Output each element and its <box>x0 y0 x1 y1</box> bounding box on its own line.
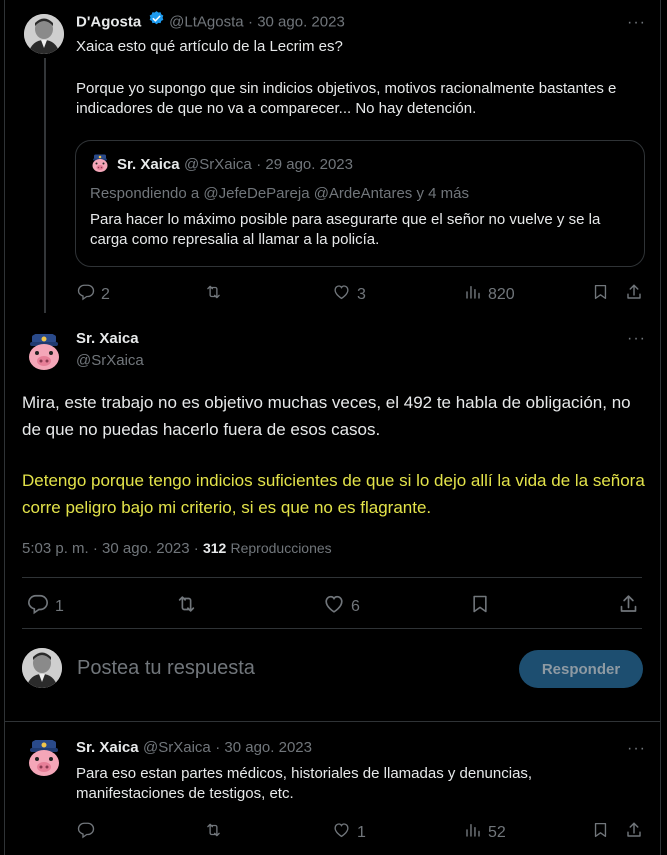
tweet1-author-handle[interactable]: @LtAgosta <box>169 14 243 31</box>
quote-replying-to: Respondiendo a @JefeDePareja @ArdeAntare… <box>90 185 469 202</box>
tweet1-view-count: 820 <box>488 285 515 303</box>
tweet1-retweet-button[interactable] <box>204 283 223 306</box>
tweet1-views-button[interactable]: 820 <box>464 283 515 306</box>
reply-icon <box>77 283 95 306</box>
avatar-dagosta[interactable] <box>24 14 64 54</box>
tweet1-bookmark-button[interactable] <box>592 283 609 306</box>
main-author-name[interactable]: Sr. Xaica <box>76 330 139 347</box>
tweet3-retweet-button[interactable] <box>204 821 223 844</box>
divider <box>22 577 642 578</box>
views-chart-icon <box>464 821 482 844</box>
tweet3-view-count: 52 <box>488 823 506 841</box>
tweet1-text-line1: Xaica esto qué artículo de la Lecrim es? <box>76 38 343 55</box>
main-retweet-button[interactable] <box>175 593 198 620</box>
main-tweet-text-white: Mira, este trabajo no es objetivo muchas… <box>22 393 631 439</box>
divider <box>22 628 642 629</box>
tweet3-text: Para eso estan partes médicos, historial… <box>76 765 533 802</box>
quote-date: · 29 ago. 2023 <box>256 156 353 173</box>
tweet3-header: Sr. Xaica @SrXaica · 30 ago. 2023 <box>76 739 312 757</box>
share-icon <box>625 821 643 844</box>
tweet1-reply-count: 2 <box>101 285 110 303</box>
tweet3-views-button[interactable]: 52 <box>464 821 506 844</box>
bookmark-icon <box>470 593 490 620</box>
tweet3-like-button[interactable]: 1 <box>332 821 366 844</box>
main-tweet-text-yellow: Detengo porque tengo indicios suficiente… <box>22 471 645 517</box>
share-icon <box>625 283 643 306</box>
tweet1-more-icon[interactable]: ··· <box>627 15 646 31</box>
quote-avatar <box>90 153 110 173</box>
avatar-srxaica-reply[interactable] <box>24 738 64 778</box>
tweet3-more-icon[interactable]: ··· <box>627 741 646 757</box>
main-reply-button[interactable]: 1 <box>27 593 64 620</box>
main-more-icon[interactable]: ··· <box>627 331 646 347</box>
tweet1-date[interactable]: · 30 ago. 2023 <box>248 14 345 31</box>
reply-icon <box>27 593 49 620</box>
responder-button[interactable]: Responder <box>519 650 643 688</box>
quote-text: Para hacer lo máximo posible para asegur… <box>90 211 601 248</box>
divider <box>4 721 661 722</box>
quote-author-handle: @SrXaica <box>184 156 252 173</box>
thread-line <box>44 58 46 313</box>
bookmark-icon <box>592 821 609 844</box>
heart-icon <box>332 283 351 306</box>
main-views-label: Reproducciones <box>230 540 332 556</box>
main-bookmark-button[interactable] <box>470 593 490 620</box>
tweet1-text-para2: Porque yo supongo que sin indicios objet… <box>76 80 617 117</box>
main-like-count: 6 <box>351 597 360 615</box>
tweet3-share-button[interactable] <box>625 821 643 844</box>
tweet1-header: D'Agosta @LtAgosta · 30 ago. 2023 <box>76 10 345 32</box>
retweet-icon <box>204 821 223 844</box>
tweet1-like-button[interactable]: 3 <box>332 283 366 306</box>
reply-icon <box>77 821 95 844</box>
main-author-handle[interactable]: @SrXaica <box>76 352 144 369</box>
main-share-button[interactable] <box>618 593 639 620</box>
tweet1-like-count: 3 <box>357 285 366 303</box>
tweet3-author-name[interactable]: Sr. Xaica <box>76 739 139 756</box>
heart-icon <box>332 821 351 844</box>
tweet3-date[interactable]: · 30 ago. 2023 <box>215 739 312 756</box>
main-reply-count: 1 <box>55 597 64 615</box>
tweet1-share-button[interactable] <box>625 283 643 306</box>
tweet3-author-handle[interactable]: @SrXaica <box>143 739 211 756</box>
heart-icon <box>323 593 345 620</box>
tweet3-like-count: 1 <box>357 823 366 841</box>
bookmark-icon <box>592 283 609 306</box>
compose-input[interactable]: Postea tu respuesta <box>77 657 255 680</box>
quoted-tweet-card[interactable]: Sr. Xaica @SrXaica · 29 ago. 2023 Respon… <box>75 140 645 267</box>
share-icon <box>618 593 639 620</box>
tweet1-reply-button[interactable]: 2 <box>77 283 110 306</box>
quote-header: Sr. Xaica @SrXaica · 29 ago. 2023 <box>117 156 353 174</box>
compose-avatar[interactable] <box>22 648 62 688</box>
main-like-button[interactable]: 6 <box>323 593 360 620</box>
tweet1-author-name[interactable]: D'Agosta <box>76 14 141 31</box>
tweet3-bookmark-button[interactable] <box>592 821 609 844</box>
verified-badge-icon <box>148 10 165 32</box>
avatar-srxaica[interactable] <box>24 332 64 372</box>
views-chart-icon <box>464 283 482 306</box>
tweet3-reply-button[interactable] <box>77 821 95 844</box>
main-timestamp-row: 5:03 p. m. · 30 ago. 2023 · 312 Reproduc… <box>22 540 332 557</box>
quote-author-name: Sr. Xaica <box>117 156 180 173</box>
retweet-icon <box>204 283 223 306</box>
main-timestamp[interactable]: 5:03 p. m. · 30 ago. 2023 · <box>22 540 199 557</box>
retweet-icon <box>175 593 198 620</box>
main-views-count: 312 <box>202 540 227 556</box>
